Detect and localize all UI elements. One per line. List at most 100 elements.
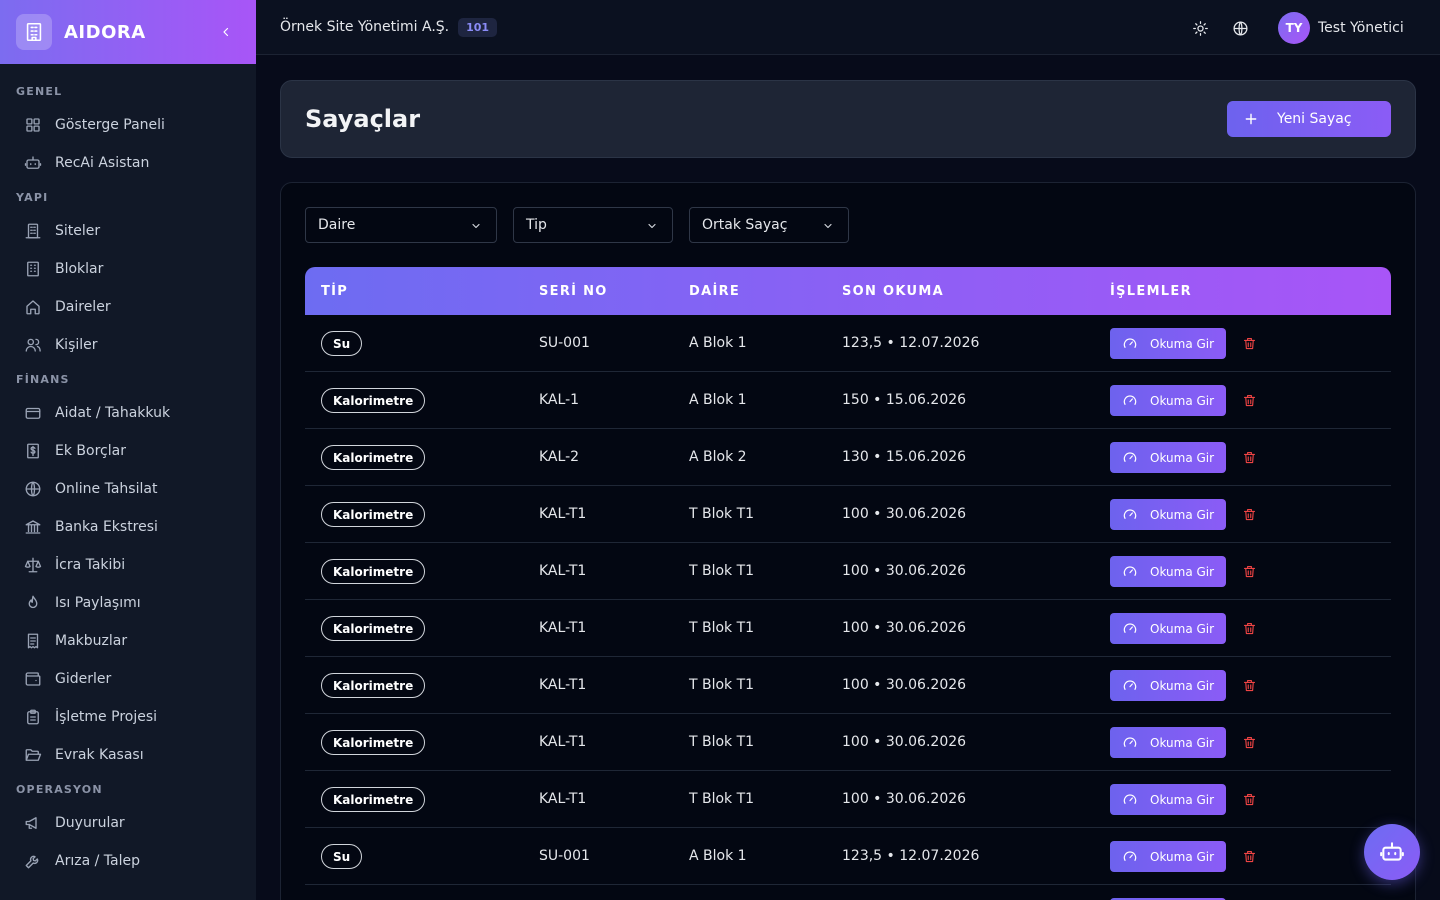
unit-name: T Blok T1	[689, 677, 755, 693]
brand-header: AIDORA	[0, 0, 256, 64]
enter-reading-button[interactable]: Okuma Gir	[1110, 556, 1226, 587]
sidebar-item-label: Kişiler	[55, 337, 98, 353]
sidebar-item-daireler[interactable]: Daireler	[0, 288, 256, 326]
trash-icon[interactable]	[1242, 507, 1257, 522]
gauge-icon	[1123, 850, 1137, 861]
sidebar-item-icra-takibi[interactable]: İcra Takibi	[0, 546, 256, 584]
sidebar-item-kisiler[interactable]: Kişiler	[0, 326, 256, 364]
table-row: Kalorimetre KAL-1 A Blok 1 150 • 15.06.2026…	[305, 372, 1391, 429]
meter-type-badge: Kalorimetre	[321, 388, 426, 413]
column-header-serial[interactable]: SERİ NO	[539, 284, 608, 299]
meter-type-badge: Kalorimetre	[321, 787, 426, 812]
receipt-dollar-icon	[24, 442, 42, 460]
column-header-type[interactable]: TİP	[321, 284, 348, 299]
filter-shared-meter-select[interactable]: Ortak Sayaç	[689, 207, 849, 243]
chevron-left-icon[interactable]	[216, 22, 236, 42]
serial-number: KAL-T1	[539, 563, 587, 579]
column-header-last-reading[interactable]: SON OKUMA	[842, 284, 944, 299]
sidebar-item-duyurular[interactable]: Duyurular	[0, 804, 256, 842]
sidebar-item-online-tahsilat[interactable]: Online Tahsilat	[0, 470, 256, 508]
gauge-icon	[1123, 622, 1137, 633]
gauge-icon	[1123, 508, 1137, 519]
last-reading: 100 • 30.06.2026	[842, 734, 967, 750]
serial-number: KAL-T1	[539, 734, 587, 750]
theme-toggle-icon[interactable]	[1190, 18, 1210, 38]
serial-number: KAL-T1	[539, 620, 587, 636]
receipt-icon	[24, 632, 42, 650]
column-header-actions: İŞLEMLER	[1110, 284, 1192, 299]
new-meter-button[interactable]: Yeni Sayaç	[1227, 101, 1391, 137]
trash-icon[interactable]	[1242, 735, 1257, 750]
trash-icon[interactable]	[1242, 450, 1257, 465]
enter-reading-button[interactable]: Okuma Gir	[1110, 499, 1226, 530]
enter-reading-label: Okuma Gir	[1150, 336, 1215, 351]
trash-icon[interactable]	[1242, 564, 1257, 579]
sidebar-item-ek-borclar[interactable]: Ek Borçlar	[0, 432, 256, 470]
enter-reading-button[interactable]: Okuma Gir	[1110, 727, 1226, 758]
sidebar-item-isi-paylasimi[interactable]: Isı Paylaşımı	[0, 584, 256, 622]
sidebar-item-label: Aidat / Tahakkuk	[55, 405, 171, 421]
filter-unit-select[interactable]: Daire	[305, 207, 497, 243]
enter-reading-label: Okuma Gir	[1150, 735, 1215, 750]
serial-number: KAL-T1	[539, 506, 587, 522]
avatar: TY	[1278, 12, 1310, 44]
sidebar-item-label: Makbuzlar	[55, 633, 128, 649]
serial-number: KAL-2	[539, 449, 580, 465]
building-icon	[24, 222, 42, 240]
wallet-icon	[24, 670, 42, 688]
sidebar-item-banka-ekstresi[interactable]: Banka Ekstresi	[0, 508, 256, 546]
enter-reading-button[interactable]: Okuma Gir	[1110, 442, 1226, 473]
sidebar-item-gosterge-paneli[interactable]: Gösterge Paneli	[0, 106, 256, 144]
filter-shared-label: Ortak Sayaç	[702, 217, 788, 233]
globe-icon	[24, 480, 42, 498]
table-row: Su SU-001 A Blok 1 123,5 • 12.07.2026 Okuma …	[305, 315, 1391, 372]
trash-icon[interactable]	[1242, 336, 1257, 351]
last-reading: 100 • 30.06.2026	[842, 620, 967, 636]
sidebar-item-ariza-talep[interactable]: Arıza / Talep	[0, 842, 256, 880]
assistant-fab-button[interactable]	[1364, 824, 1420, 880]
enter-reading-label: Okuma Gir	[1150, 792, 1215, 807]
unit-name: A Blok 1	[689, 848, 747, 864]
enter-reading-button[interactable]: Okuma Gir	[1110, 670, 1226, 701]
sidebar-item-label: Isı Paylaşımı	[55, 595, 141, 611]
sidebar-item-label: RecAi Asistan	[55, 155, 150, 171]
bot-icon	[24, 154, 42, 172]
enter-reading-button[interactable]: Okuma Gir	[1110, 328, 1226, 359]
filter-type-select[interactable]: Tip	[513, 207, 673, 243]
brand-name: AIDORA	[64, 21, 146, 43]
trash-icon[interactable]	[1242, 678, 1257, 693]
sidebar-item-makbuzlar[interactable]: Makbuzlar	[0, 622, 256, 660]
sidebar-item-aidat-tahakkuk[interactable]: Aidat / Tahakkuk	[0, 394, 256, 432]
sidebar-item-label: Duyurular	[55, 815, 125, 831]
sidebar: AIDORA GENEL Gösterge Paneli RecAi Asistan…	[0, 0, 256, 900]
enter-reading-button[interactable]: Okuma Gir	[1110, 841, 1226, 872]
enter-reading-button[interactable]: Okuma Gir	[1110, 385, 1226, 416]
sidebar-item-bloklar[interactable]: Bloklar	[0, 250, 256, 288]
last-reading: 100 • 30.06.2026	[842, 563, 967, 579]
language-globe-icon[interactable]	[1230, 18, 1250, 38]
enter-reading-button[interactable]: Okuma Gir	[1110, 613, 1226, 644]
sidebar-item-giderler[interactable]: Giderler	[0, 660, 256, 698]
megaphone-icon	[24, 814, 42, 832]
unit-name: T Blok T1	[689, 791, 755, 807]
home-icon	[24, 298, 42, 316]
trash-icon[interactable]	[1242, 621, 1257, 636]
serial-number: SU-001	[539, 335, 590, 351]
meter-type-badge: Kalorimetre	[321, 730, 426, 755]
sidebar-item-recai-asistan[interactable]: RecAi Asistan	[0, 144, 256, 182]
organization-name[interactable]: Örnek Site Yönetimi A.Ş.	[280, 19, 449, 35]
sidebar-item-isletme-projesi[interactable]: İşletme Projesi	[0, 698, 256, 736]
bank-icon	[24, 518, 42, 536]
column-header-unit[interactable]: DAİRE	[689, 284, 740, 299]
trash-icon[interactable]	[1242, 792, 1257, 807]
plus-icon	[1245, 113, 1257, 125]
trash-icon[interactable]	[1242, 393, 1257, 408]
enter-reading-button[interactable]: Okuma Gir	[1110, 784, 1226, 815]
unit-name: A Blok 1	[689, 392, 747, 408]
sidebar-item-evrak-kasasi[interactable]: Evrak Kasası	[0, 736, 256, 774]
meter-type-badge: Kalorimetre	[321, 616, 426, 641]
user-menu[interactable]: TY Test Yönetici	[1278, 12, 1404, 44]
trash-icon[interactable]	[1242, 849, 1257, 864]
sidebar-item-siteler[interactable]: Siteler	[0, 212, 256, 250]
meter-type-badge: Kalorimetre	[321, 559, 426, 584]
